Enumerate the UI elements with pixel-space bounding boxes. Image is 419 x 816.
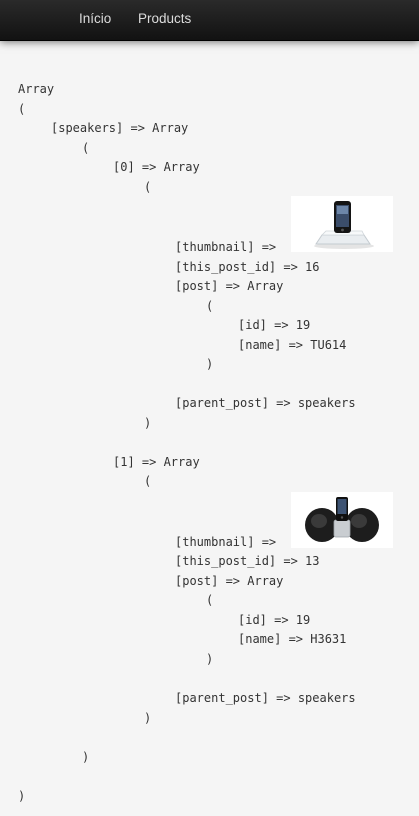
- phone-dock-image: [292, 197, 392, 251]
- top-navbar: Início Products: [0, 0, 419, 41]
- dump-line: [speakers] => Array: [51, 121, 189, 135]
- dump-line: (: [144, 180, 152, 194]
- dump-line: [this_post_id] => 16: [175, 260, 320, 274]
- dump-line: Array: [18, 82, 55, 96]
- dump-line: ): [144, 416, 152, 430]
- dump-line: (: [206, 593, 214, 607]
- dump-line: [thumbnail] =>: [175, 535, 277, 549]
- dump-line: (: [18, 102, 26, 116]
- dump-line: [id] => 19: [238, 613, 311, 627]
- dump-line: [id] => 19: [238, 318, 311, 332]
- dump-line: (: [206, 299, 214, 313]
- dump-line: [this_post_id] => 13: [175, 554, 320, 568]
- dump-line: [thumbnail] =>: [175, 240, 277, 254]
- dump-line: [parent_post] => speakers: [175, 396, 356, 410]
- dump-line: [name] => TU614: [238, 338, 347, 352]
- dump-line: [0] => Array: [113, 160, 200, 174]
- dump-line: [post] => Array: [175, 279, 284, 293]
- product-thumbnail-h3631: [291, 492, 393, 548]
- dump-line: [post] => Array: [175, 574, 284, 588]
- dump-line: (: [82, 141, 90, 155]
- dump-line: [name] => H3631: [238, 632, 347, 646]
- nav-link-products[interactable]: Products: [138, 11, 191, 26]
- dump-line: [parent_post] => speakers: [175, 691, 356, 705]
- dump-line: ): [206, 652, 214, 666]
- dump-line: (: [144, 474, 152, 488]
- product-thumbnail-tu614: [291, 196, 393, 252]
- dump-line: ): [206, 357, 214, 371]
- speaker-dock-image: [292, 493, 392, 547]
- nav-link-inicio[interactable]: Início: [79, 11, 111, 26]
- dump-line: ): [18, 789, 26, 803]
- dump-line: ): [144, 711, 152, 725]
- dump-line: [1] => Array: [113, 455, 200, 469]
- dump-line: ): [82, 750, 90, 764]
